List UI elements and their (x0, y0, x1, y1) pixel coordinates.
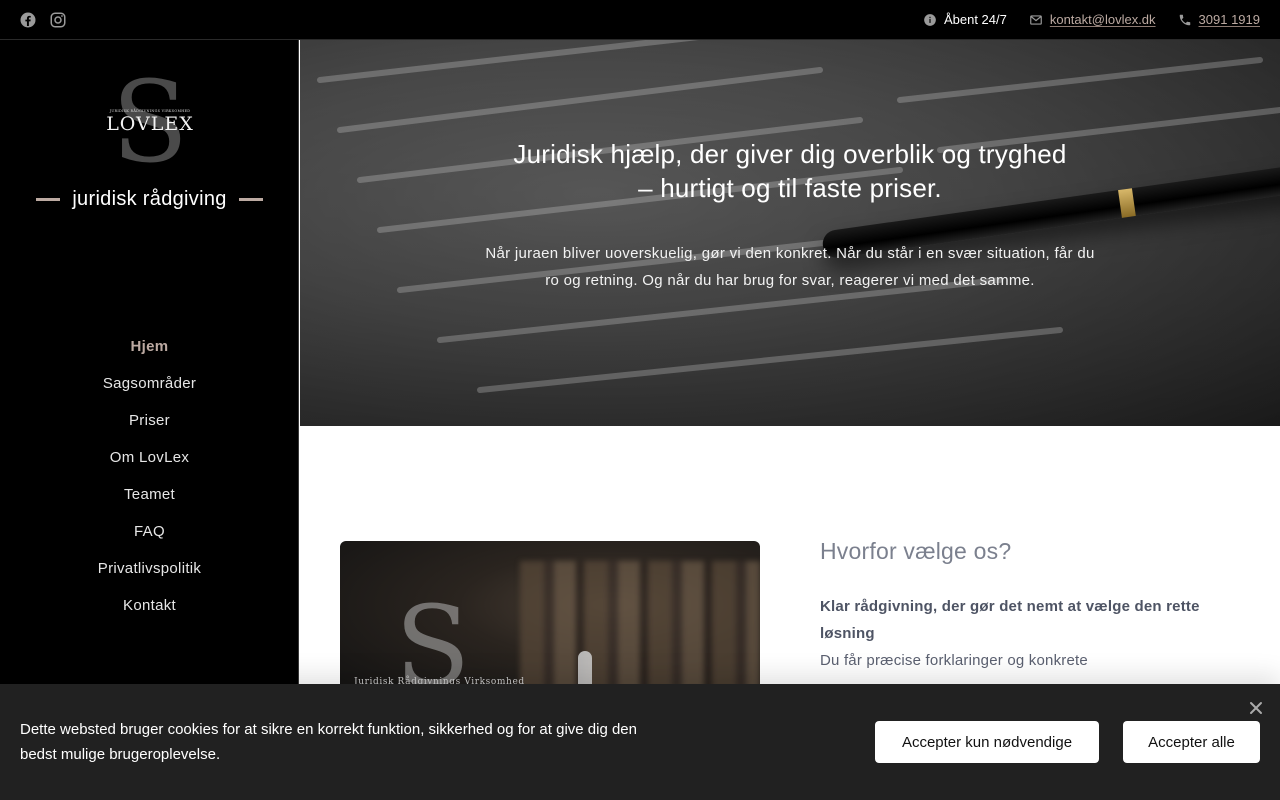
nav-item-faq[interactable]: FAQ (0, 513, 299, 550)
tagline-dash-left (36, 198, 61, 201)
mail-icon (1030, 14, 1042, 25)
nav-item-priser[interactable]: Priser (0, 402, 299, 439)
why-title: Hvorfor vælge os? (820, 538, 1012, 564)
accept-all-button[interactable]: Accepter alle (1123, 721, 1260, 763)
cookie-message: Dette websted bruger cookies for at sikr… (20, 721, 637, 763)
facebook-icon[interactable] (19, 11, 37, 29)
email-contact[interactable]: kontakt@lovlex.dk (1029, 12, 1156, 27)
contact-info: Åbent 24/7 kontakt@lovlex.dk 3091 1919 (923, 0, 1260, 39)
nav-item-privatlivspolitik[interactable]: Privatlivspolitik (0, 550, 299, 587)
tagline-text: juridisk rådgiving (72, 188, 227, 210)
tagline: juridisk rådgiving (0, 188, 299, 211)
hero-title-line1: Juridisk hjælp, der giver dig overblik o… (513, 139, 1067, 169)
instagram-icon[interactable] (49, 11, 67, 29)
email-link[interactable]: kontakt@lovlex.dk (1050, 12, 1156, 27)
phone-icon (1179, 14, 1190, 25)
hero-background-image (317, 40, 1280, 393)
hero-title: Juridisk hjælp, der giver dig overblik o… (480, 137, 1100, 205)
cookie-banner: Dette websted bruger cookies for at sikr… (0, 684, 1280, 800)
why-strong-text: Klar rådgivning, der gør det nemt at væl… (820, 598, 1200, 642)
books-background (520, 561, 760, 701)
nav-item-om-lovlex[interactable]: Om LovLex (0, 439, 299, 476)
content-image: S Juridisk Rådgivnings Virksomhed (340, 541, 760, 701)
nav-item-kontakt[interactable]: Kontakt (0, 587, 299, 624)
lovlex-logo[interactable]: S JURIDISK RÅDGIVNINGS VIRKSOMHED LOVLEX (105, 58, 195, 188)
social-links (19, 11, 67, 29)
nav-item-hjem[interactable]: Hjem (0, 328, 299, 365)
main-nav: Hjem Sagsområder Priser Om LovLex Teamet… (0, 328, 299, 624)
phone-contact[interactable]: 3091 1919 (1178, 12, 1260, 27)
why-choose-us: Hvorfor vælge os? Klar rådgivning, der g… (820, 536, 1240, 674)
phone-link[interactable]: 3091 1919 (1199, 12, 1260, 27)
top-bar: Åbent 24/7 kontakt@lovlex.dk 3091 1919 (0, 0, 1280, 40)
hero-text: Når juraen bliver uoverskuelig, gør vi d… (485, 245, 1095, 289)
hero-title-line2: – hurtigt og til faste priser. (638, 173, 942, 203)
close-icon[interactable] (1248, 700, 1264, 716)
nav-item-sagsomrader[interactable]: Sagsområder (0, 365, 299, 402)
why-text: Du får præcise forklaringer og konkrete (820, 652, 1088, 669)
tagline-dash-right (238, 198, 263, 201)
accept-necessary-button[interactable]: Accepter kun nødvendige (875, 721, 1099, 763)
logo-text: LOVLEX (106, 113, 194, 135)
info-icon (924, 13, 936, 26)
nav-item-teamet[interactable]: Teamet (0, 476, 299, 513)
open-hours-text: Åbent 24/7 (943, 12, 1007, 27)
hero-banner: Juridisk hjælp, der giver dig overblik o… (300, 40, 1280, 426)
open-hours: Åbent 24/7 (923, 12, 1007, 27)
